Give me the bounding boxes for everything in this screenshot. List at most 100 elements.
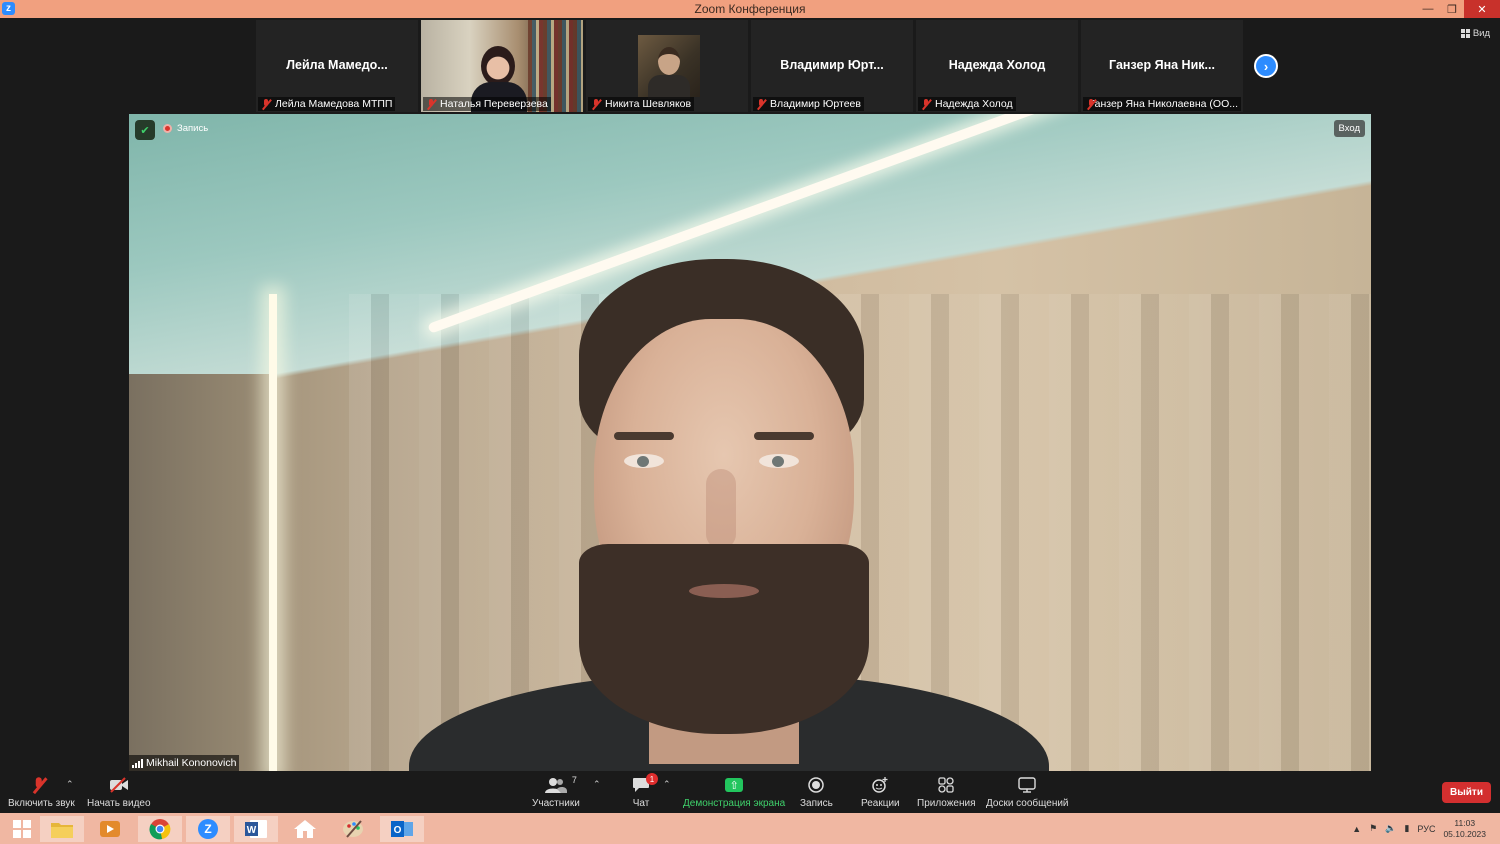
tray-chevron-up-icon[interactable]: ▲: [1352, 824, 1361, 834]
volume-icon[interactable]: 🔈: [1385, 823, 1396, 834]
smile-plus-icon: [871, 775, 889, 795]
chat-options-caret[interactable]: ⌃: [663, 779, 671, 790]
leave-button[interactable]: Выйти: [1442, 782, 1491, 803]
share-screen-button[interactable]: ⇧ Демонстрация экрана: [683, 775, 785, 809]
meeting-toolbar: Включить звук ⌃ Начать видео 7 Участники…: [0, 771, 1500, 813]
zoom-logo-icon: z: [2, 2, 15, 15]
taskbar-explorer[interactable]: [40, 816, 84, 842]
participant-tile[interactable]: Надежда Холод Надежда Холод: [916, 20, 1078, 112]
taskbar-word[interactable]: W: [234, 816, 278, 842]
chat-icon: 1: [632, 773, 658, 795]
reactions-label: Реакции: [861, 798, 900, 809]
participant-strip: Лейла Мамедо... Лейла Мамедова МТПП Ната…: [0, 18, 1500, 114]
grid-view-icon: [1460, 29, 1470, 38]
taskbar-outlook[interactable]: O: [380, 816, 424, 842]
muted-mic-icon: [261, 98, 272, 110]
window-controls: — ❐ ✕: [1416, 0, 1500, 18]
signal-strength-icon: [132, 758, 143, 768]
windows-taskbar: Z W O ▲ ⚑ 🔈 ▮ РУС 11:03 05.10.2023: [0, 813, 1500, 844]
participants-label: Участники: [532, 798, 580, 809]
video-off-icon: [109, 775, 129, 795]
participant-label: Ганзер Яна Николаевна (ОО...: [1083, 97, 1241, 111]
clock[interactable]: 11:03 05.10.2023: [1443, 818, 1486, 840]
flag-icon[interactable]: ⚑: [1369, 823, 1377, 834]
chat-label: Чат: [632, 798, 650, 809]
restore-icon[interactable]: ❐: [1440, 0, 1464, 18]
wall: [129, 374, 269, 771]
record-button[interactable]: Запись: [800, 775, 833, 809]
participant-face: [658, 47, 680, 75]
chrome-icon: [149, 819, 171, 840]
window-title: Zoom Конференция: [694, 2, 806, 16]
speaker-eye: [624, 454, 664, 468]
start-video-button[interactable]: Начать видео: [87, 775, 151, 809]
participant-display-name: Надежда Холод: [948, 58, 1046, 72]
speaker-name: Mikhail Kononovich: [146, 757, 237, 769]
whiteboards-label: Доски сообщений: [986, 798, 1069, 809]
speaker-mouth: [689, 584, 759, 598]
active-speaker-video: ✔ Запись Вход Mikhail Kononovich: [129, 114, 1371, 771]
unmute-button[interactable]: Включить звук: [8, 775, 75, 809]
participant-name: Ганзер Яна Николаевна (ОО...: [1089, 98, 1238, 110]
speaker-name-tag: Mikhail Kononovich: [129, 755, 240, 771]
start-button[interactable]: [0, 816, 44, 842]
reactions-button[interactable]: Реакции: [861, 775, 900, 809]
word-icon: W: [245, 820, 267, 838]
share-screen-icon: ⇧: [725, 775, 744, 795]
speaker-brow: [614, 432, 674, 440]
participant-display-name: Ганзер Яна Ник...: [1109, 58, 1215, 72]
participant-name: Никита Шевляков: [605, 98, 692, 110]
participants-options-caret[interactable]: ⌃: [593, 779, 601, 790]
audio-options-caret[interactable]: ⌃: [66, 779, 74, 790]
next-page-button[interactable]: ›: [1254, 54, 1278, 78]
participant-tile[interactable]: Лейла Мамедо... Лейла Мамедова МТПП: [256, 20, 418, 112]
chat-unread-badge: 1: [646, 773, 658, 785]
whiteboards-button[interactable]: Доски сообщений: [986, 775, 1069, 809]
muted-mic-icon: [921, 98, 932, 110]
speaker-brow: [754, 432, 814, 440]
participant-tile[interactable]: Владимир Юрт... Владимир Юртеев: [751, 20, 913, 112]
minimize-icon[interactable]: —: [1416, 0, 1440, 18]
title-bar: z Zoom Конференция — ❐ ✕: [0, 0, 1500, 18]
home-icon: [294, 820, 316, 838]
participant-label: Наталья Переверзева: [423, 97, 551, 111]
participant-avatar: [638, 35, 700, 99]
participant-name: Наталья Переверзева: [440, 98, 548, 110]
participant-tile[interactable]: Ганзер Яна Ник... Ганзер Яна Николаевна …: [1081, 20, 1243, 112]
chat-button[interactable]: 1 Чат: [632, 773, 658, 809]
folder-icon: [51, 823, 73, 838]
close-icon[interactable]: ✕: [1464, 0, 1500, 18]
participant-tile[interactable]: Никита Шевляков: [586, 20, 748, 112]
participant-tile[interactable]: Наталья Переверзева: [421, 20, 583, 112]
record-dot-icon: [163, 124, 172, 133]
participants-icon: 7: [544, 775, 577, 795]
recording-indicator[interactable]: Запись: [163, 123, 208, 134]
participants-button[interactable]: 7 Участники: [532, 775, 580, 809]
apps-button[interactable]: Приложения: [917, 775, 976, 809]
start-video-label: Начать видео: [87, 798, 151, 809]
taskbar-media-player[interactable]: [88, 816, 132, 842]
taskbar-paint[interactable]: [331, 816, 375, 842]
security-shield-icon[interactable]: ✔: [135, 120, 155, 140]
participant-label: Надежда Холод: [918, 97, 1016, 111]
apps-icon: [938, 775, 954, 795]
taskbar-home[interactable]: [283, 816, 327, 842]
participant-label: Владимир Юртеев: [753, 97, 864, 111]
taskbar-chrome[interactable]: [138, 816, 182, 842]
clock-date: 05.10.2023: [1443, 828, 1486, 839]
enter-button[interactable]: Вход: [1333, 120, 1365, 137]
participant-display-name: Лейла Мамедо...: [286, 58, 388, 72]
share-screen-label: Демонстрация экрана: [683, 798, 786, 809]
participant-display-name: Владимир Юрт...: [780, 58, 884, 72]
language-indicator[interactable]: РУС: [1417, 824, 1435, 834]
muted-mic-icon: [426, 98, 437, 110]
record-icon: [808, 775, 825, 795]
network-icon[interactable]: ▮: [1404, 823, 1409, 834]
chevron-right-icon: ›: [1263, 58, 1269, 74]
participant-face: [481, 46, 515, 86]
clock-time: 11:03: [1454, 817, 1476, 828]
recording-label: Запись: [177, 123, 209, 134]
view-label: Вид: [1472, 28, 1490, 39]
taskbar-zoom[interactable]: Z: [186, 816, 230, 842]
view-button[interactable]: Вид: [1460, 28, 1490, 39]
